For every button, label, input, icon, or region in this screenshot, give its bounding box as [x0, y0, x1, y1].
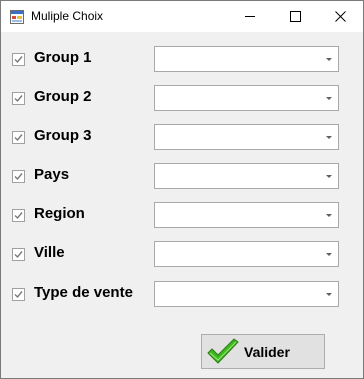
checkmark-icon [14, 173, 23, 181]
row-label: Pays [34, 166, 70, 183]
checkbox[interactable] [12, 131, 25, 144]
checkbox[interactable] [12, 170, 25, 183]
green-checkmark-icon [207, 338, 239, 364]
filter-row: Group 1 [1, 46, 363, 74]
dropdown-select[interactable] [154, 85, 339, 111]
dropdown-select[interactable] [154, 163, 339, 189]
filter-row: Group 2 [1, 85, 363, 113]
title-bar[interactable]: Muliple Choix [1, 1, 363, 32]
form-app-icon [10, 10, 24, 24]
row-label: Group 3 [34, 127, 92, 144]
checkbox[interactable] [12, 209, 25, 222]
maximize-button[interactable] [273, 1, 318, 32]
checkmark-icon [14, 95, 23, 103]
chevron-down-icon[interactable] [326, 136, 332, 139]
checkbox[interactable] [12, 248, 25, 261]
row-label: Ville [34, 244, 65, 261]
dropdown-select[interactable] [154, 241, 339, 267]
checkmark-icon [14, 251, 23, 259]
row-label: Region [34, 205, 85, 222]
filter-row: Region [1, 202, 363, 230]
chevron-down-icon[interactable] [326, 293, 332, 296]
validate-button[interactable]: Valider [201, 334, 325, 369]
filter-row: Group 3 [1, 124, 363, 152]
filter-row: Type de vente [1, 281, 363, 309]
filter-row: Ville [1, 241, 363, 269]
minimize-icon [245, 16, 255, 17]
checkbox[interactable] [12, 288, 25, 301]
checkmark-icon [14, 212, 23, 220]
chevron-down-icon[interactable] [326, 253, 332, 256]
maximize-icon [290, 11, 301, 22]
dropdown-select[interactable] [154, 202, 339, 228]
validate-label: Valider [244, 344, 290, 360]
row-label: Type de vente [34, 284, 133, 301]
filter-row: Pays [1, 163, 363, 191]
window-title: Muliple Choix [31, 9, 104, 23]
close-icon [335, 11, 346, 22]
chevron-down-icon[interactable] [326, 97, 332, 100]
minimize-button[interactable] [228, 1, 273, 32]
checkbox[interactable] [12, 92, 25, 105]
dropdown-select[interactable] [154, 124, 339, 150]
checkmark-icon [14, 56, 23, 64]
checkbox[interactable] [12, 53, 25, 66]
checkmark-icon [14, 134, 23, 142]
checkmark-icon [14, 291, 23, 299]
close-button[interactable] [318, 1, 363, 32]
main-window: Muliple Choix Group 1 Group 2 Group 3 Pays R… [0, 0, 364, 379]
chevron-down-icon[interactable] [326, 175, 332, 178]
dropdown-select[interactable] [154, 46, 339, 72]
chevron-down-icon[interactable] [326, 214, 332, 217]
dropdown-select[interactable] [154, 281, 339, 307]
row-label: Group 2 [34, 88, 92, 105]
chevron-down-icon[interactable] [326, 58, 332, 61]
row-label: Group 1 [34, 49, 92, 66]
